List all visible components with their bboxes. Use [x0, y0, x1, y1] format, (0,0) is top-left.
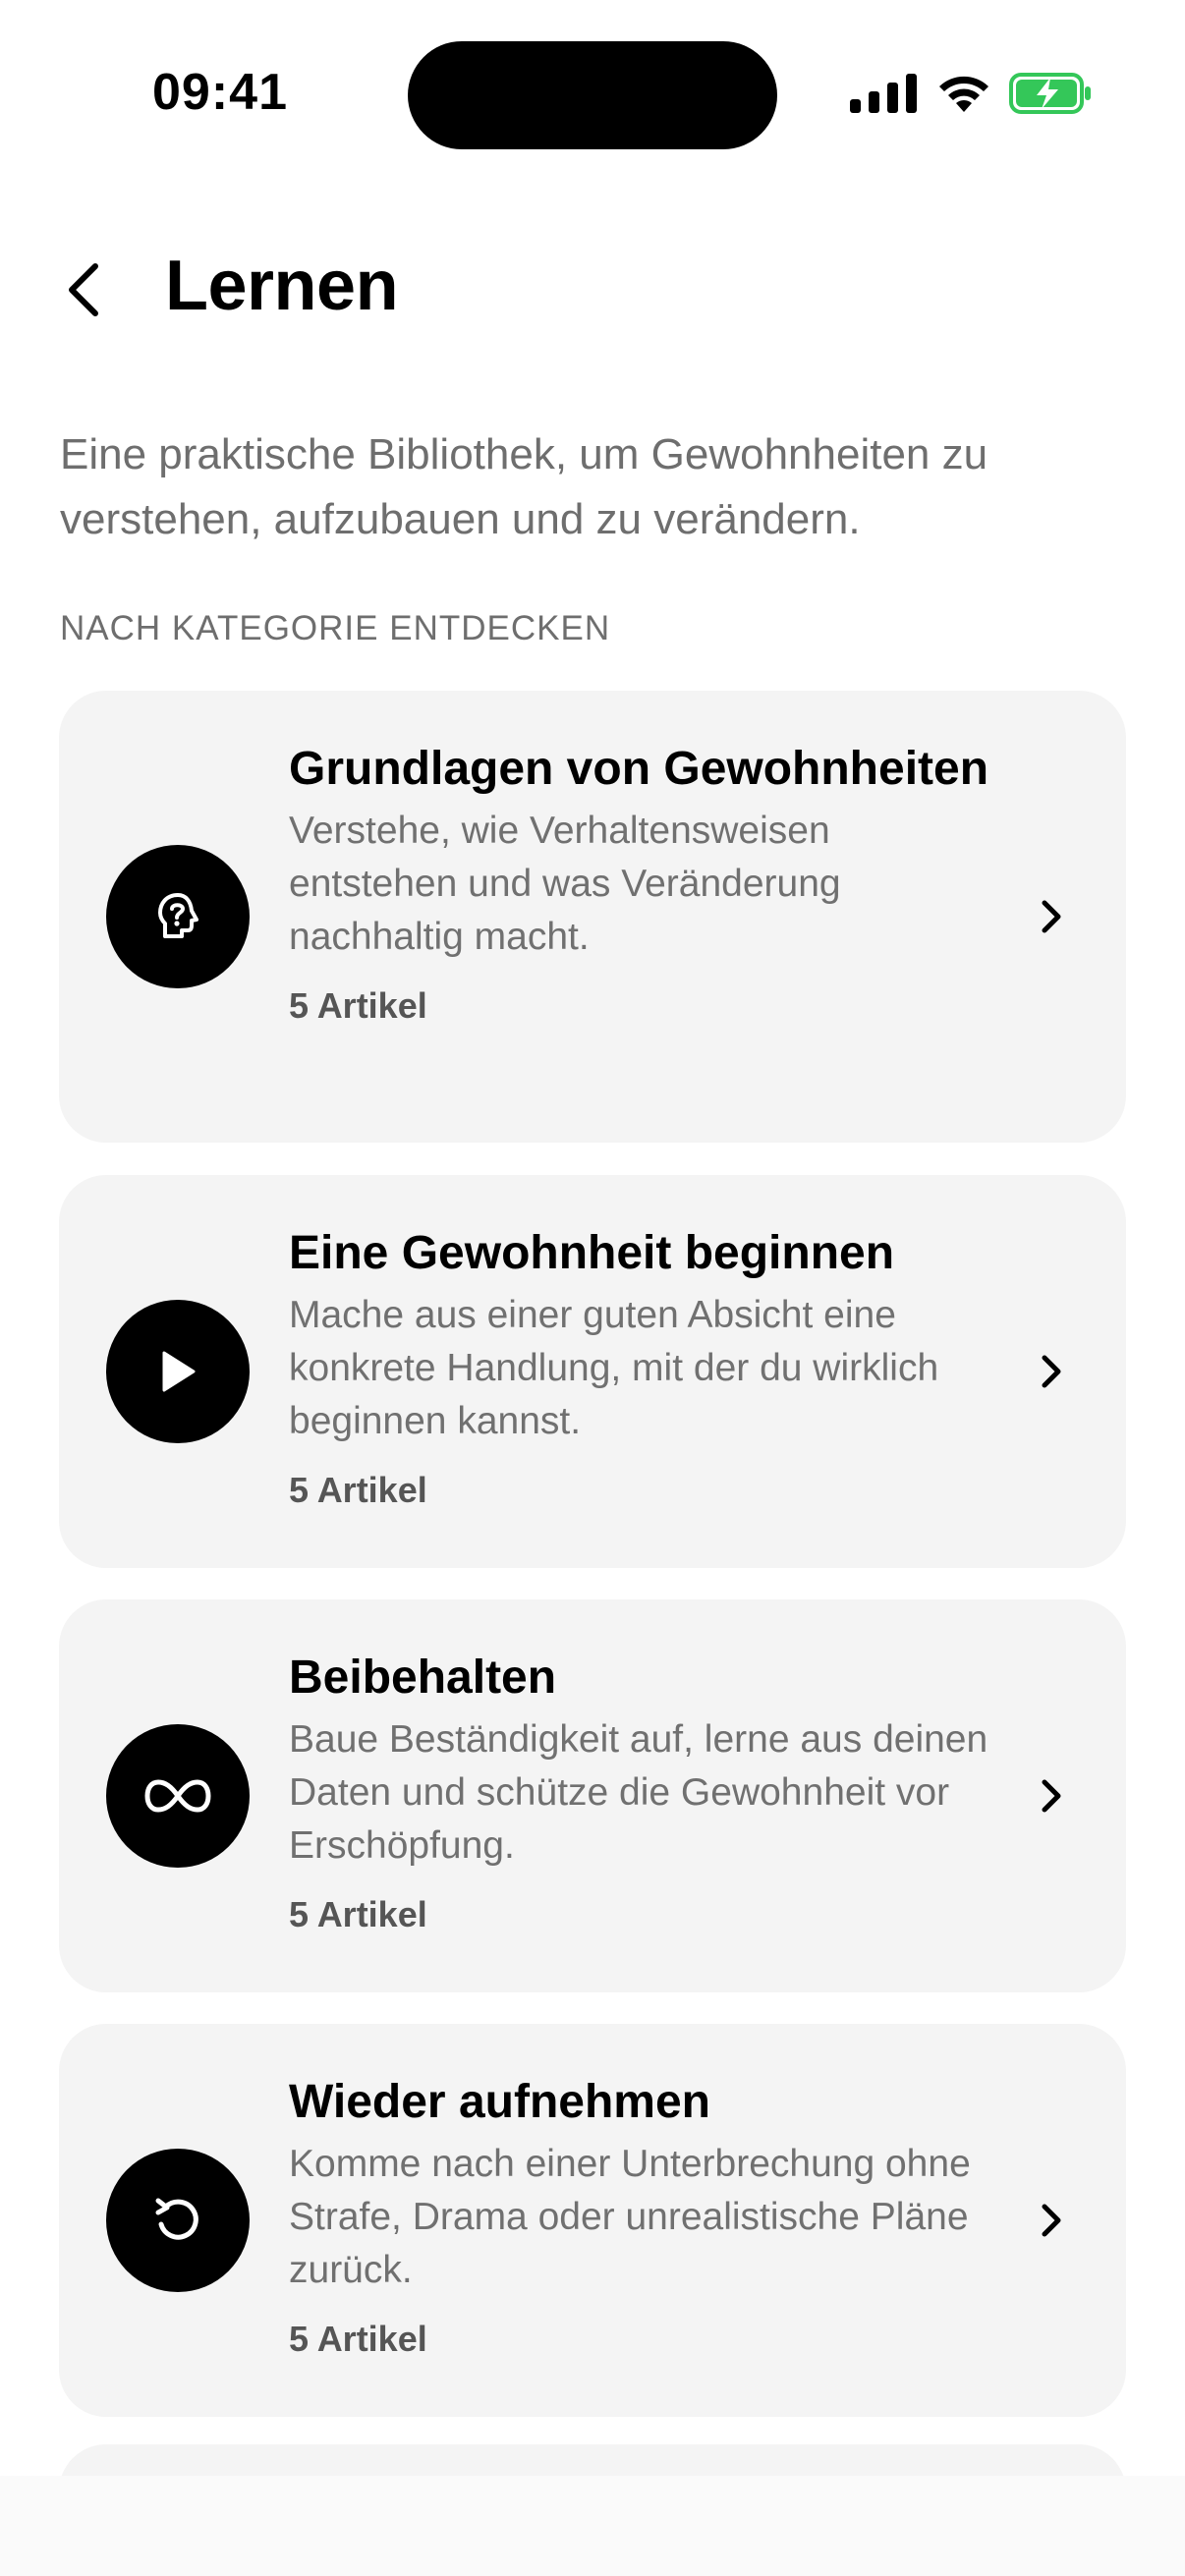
- chevron-right-icon: [1032, 1776, 1071, 1816]
- card-body: Eine Gewohnheit beginnen Mache aus einer…: [289, 1224, 996, 1511]
- intro-text: Eine praktische Bibliothek, um Gewohnhei…: [60, 430, 988, 543]
- card-body: Beibehalten Baue Beständigkeit auf, lern…: [289, 1649, 996, 1935]
- section-label: NACH KATEGORIE ENTDECKEN: [60, 609, 611, 647]
- card-body: Grundlagen von Gewohnheiten Verstehe, wi…: [289, 740, 996, 1027]
- head-question-icon: [106, 845, 250, 988]
- chevron-left-icon: [69, 263, 98, 316]
- article-count: 5 Artikel: [289, 1894, 427, 1934]
- card-description: Mache aus einer guten Absicht eine konkr…: [289, 1294, 939, 1442]
- card-title: Beibehalten: [289, 1652, 557, 1704]
- category-card-start[interactable]: Eine Gewohnheit beginnen Mache aus einer…: [59, 1175, 1126, 1568]
- article-count: 5 Artikel: [289, 1470, 427, 1510]
- article-count: 5 Artikel: [289, 2319, 427, 2359]
- bottom-safe-area: [0, 2476, 1185, 2576]
- battery-charging-icon: [1009, 73, 1091, 114]
- card-title: Eine Gewohnheit beginnen: [289, 1227, 895, 1279]
- status-icons: [850, 71, 1094, 116]
- restart-icon: [106, 2149, 250, 2292]
- category-card-basics[interactable]: Grundlagen von Gewohnheiten Verstehe, wi…: [59, 691, 1126, 1143]
- cellular-signal-icon: [850, 74, 917, 113]
- card-body: Wieder aufnehmen Komme nach einer Unterb…: [289, 2073, 996, 2360]
- card-description: Baue Beständigkeit auf, lerne aus deinen…: [289, 1718, 988, 1867]
- infinity-icon: [106, 1724, 250, 1868]
- learn-screen: 09:41 Lernen Eine praktische Bibliothek,…: [0, 0, 1185, 2576]
- wifi-icon: [939, 76, 988, 112]
- chevron-right-icon: [1032, 897, 1071, 936]
- status-time: 09:41: [152, 64, 288, 121]
- dynamic-island: [408, 41, 777, 149]
- play-icon: [106, 1300, 250, 1443]
- card-title: Grundlagen von Gewohnheiten: [289, 743, 989, 795]
- card-description: Verstehe, wie Verhaltensweisen entstehen…: [289, 810, 841, 958]
- article-count: 5 Artikel: [289, 985, 427, 1026]
- chevron-right-icon: [1032, 1352, 1071, 1391]
- category-card-resume[interactable]: Wieder aufnehmen Komme nach einer Unterb…: [59, 2024, 1126, 2417]
- back-button[interactable]: [49, 255, 118, 324]
- category-card-maintain[interactable]: Beibehalten Baue Beständigkeit auf, lern…: [59, 1599, 1126, 1992]
- card-description: Komme nach einer Unterbrechung ohne Stra…: [289, 2143, 971, 2291]
- card-title: Wieder aufnehmen: [289, 2076, 710, 2128]
- page-title: Lernen: [165, 247, 399, 325]
- chevron-right-icon: [1032, 2201, 1071, 2240]
